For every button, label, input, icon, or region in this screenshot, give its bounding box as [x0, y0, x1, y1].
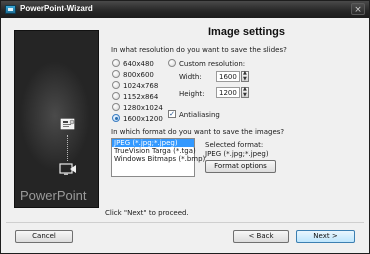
radio-640x480[interactable]: [112, 59, 120, 67]
width-spinner[interactable]: [241, 70, 249, 82]
export-screen-icon: [59, 163, 76, 175]
radio-label-800x600: 800x600: [123, 71, 154, 79]
back-button[interactable]: < Back: [233, 230, 289, 243]
format-item-tga[interactable]: TrueVision Targa (*.tga): [112, 147, 196, 155]
radio-label-1024x768: 1024x768: [123, 82, 159, 90]
antialiasing-label: Antialiasing: [179, 111, 220, 119]
panel-brand: PowerPoint: [20, 188, 87, 203]
radio-1024x768[interactable]: [112, 81, 120, 89]
wizard-window: PowerPoint-Wizard × PowerPoint Image set…: [0, 0, 370, 254]
cancel-button[interactable]: Cancel: [15, 230, 73, 243]
format-listbox[interactable]: JPEG (*.jpg;*.jpeg) TrueVision Targa (*.…: [111, 138, 205, 177]
height-label: Height:: [179, 90, 205, 98]
format-item-jpeg[interactable]: JPEG (*.jpg;*.jpeg): [112, 139, 194, 147]
page-title: Image settings: [208, 26, 286, 38]
proceed-hint: Click "Next" to proceed.: [105, 209, 189, 217]
close-button[interactable]: ×: [351, 3, 365, 15]
app-icon: [5, 5, 16, 14]
window-title: PowerPoint-Wizard: [20, 4, 93, 13]
antialiasing-checkbox[interactable]: ✓: [168, 110, 176, 118]
panel-glow: [20, 61, 90, 171]
width-label: Width:: [179, 73, 202, 81]
footer-separator: [6, 222, 364, 223]
selected-format-label: Selected format:: [205, 141, 264, 149]
height-spinner[interactable]: [241, 86, 249, 98]
resolution-question: In what resolution do you want to save t…: [111, 46, 287, 54]
radio-label-640x480: 640x480: [123, 60, 154, 68]
radio-1152x864[interactable]: [112, 92, 120, 100]
selected-format-value: JPEG (*.jpg;*.jpeg): [205, 150, 269, 158]
format-options-button[interactable]: Format options: [205, 160, 276, 173]
wizard-side-panel: PowerPoint: [14, 30, 99, 208]
connector-line: [67, 135, 68, 161]
radio-1280x1024[interactable]: [112, 103, 120, 111]
format-item-bmp[interactable]: Windows Bitmaps (*.bmp): [112, 155, 205, 163]
next-button[interactable]: Next >: [296, 230, 355, 243]
title-bar[interactable]: PowerPoint-Wizard ×: [1, 1, 369, 18]
custom-resolution-label: Custom resolution:: [179, 60, 246, 68]
radio-label-1280x1024: 1280x1024: [123, 104, 163, 112]
height-input[interactable]: 1200: [216, 87, 240, 98]
radio-custom-resolution[interactable]: [168, 59, 176, 67]
format-question: In which format do you want to save the …: [111, 128, 285, 136]
radio-800x600[interactable]: [112, 70, 120, 78]
presentation-icon: [60, 118, 75, 130]
radio-1600x1200[interactable]: [112, 114, 120, 122]
radio-label-1600x1200: 1600x1200: [123, 115, 163, 123]
radio-label-1152x864: 1152x864: [123, 93, 159, 101]
width-input[interactable]: 1600: [216, 71, 240, 82]
